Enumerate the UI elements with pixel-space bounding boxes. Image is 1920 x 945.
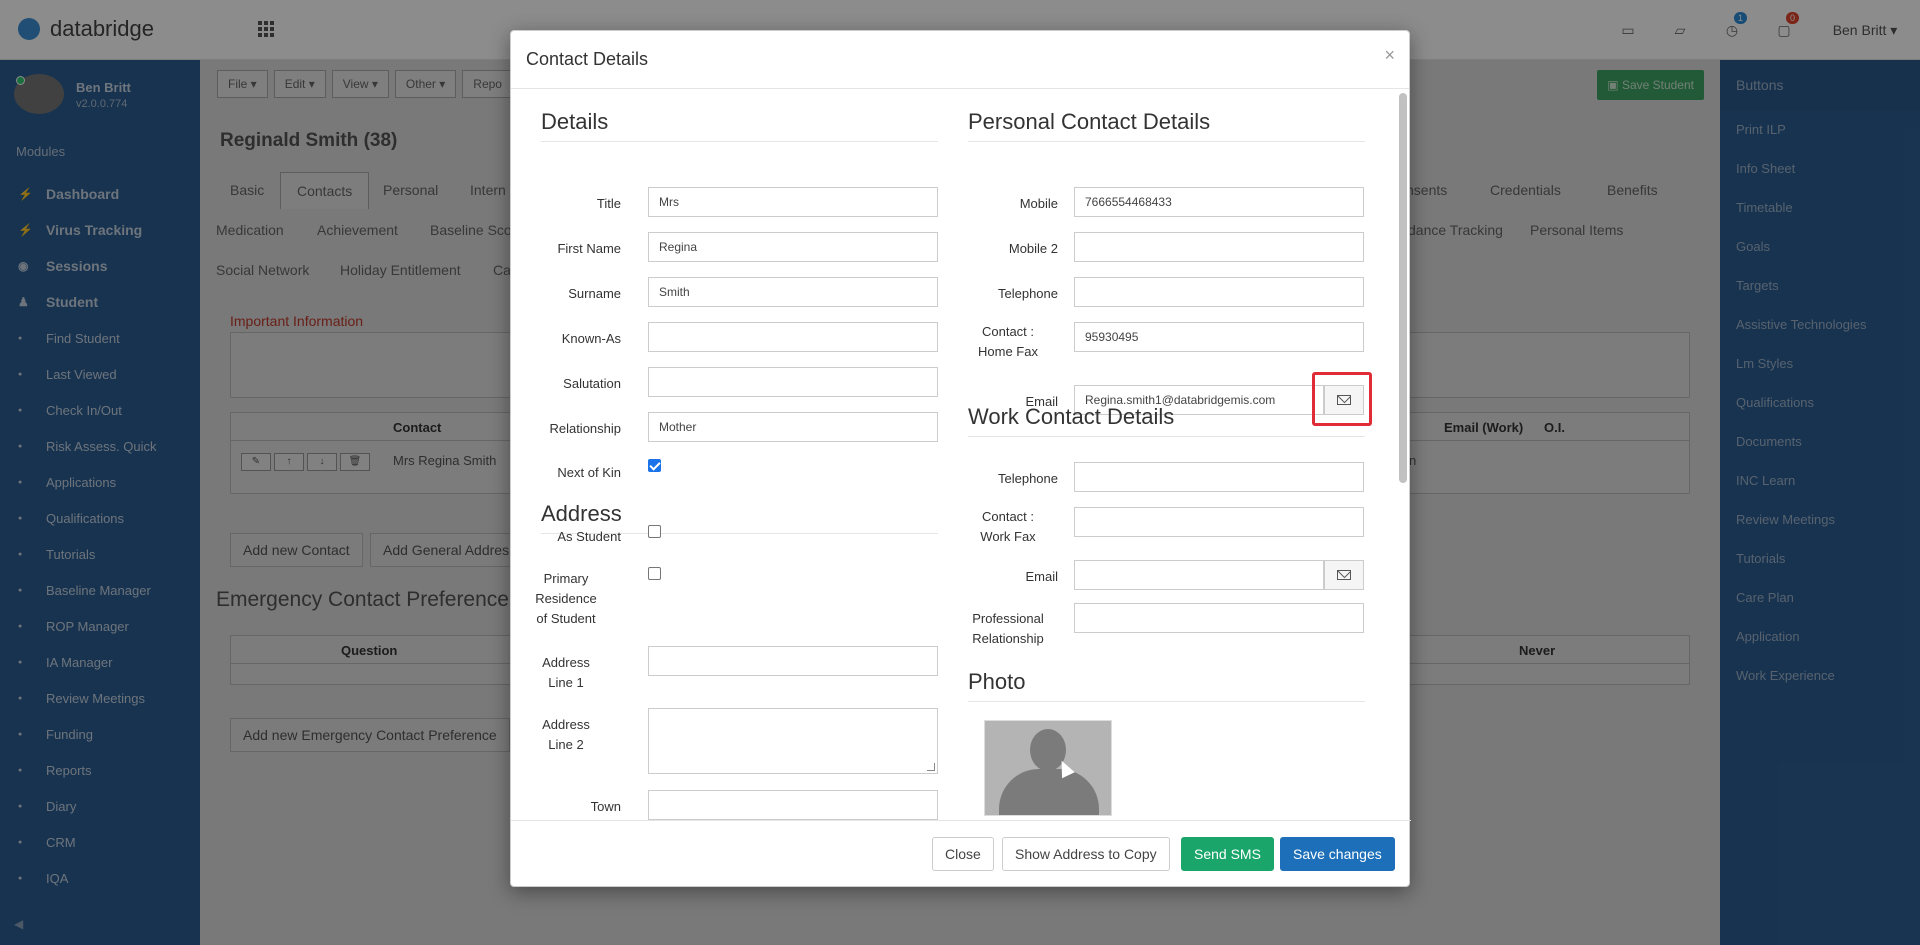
- send-sms-button[interactable]: Send SMS: [1181, 837, 1274, 871]
- envelope-icon: [1337, 570, 1351, 580]
- telephone-field[interactable]: [1074, 277, 1364, 307]
- address-line-2-field[interactable]: [648, 708, 938, 774]
- known-as-label: Known-As: [561, 331, 621, 346]
- surname-field[interactable]: Smith: [648, 277, 938, 307]
- show-address-button[interactable]: Show Address to Copy: [1002, 837, 1170, 871]
- relationship-label: Relationship: [549, 421, 621, 436]
- first-name-field[interactable]: Regina: [648, 232, 938, 262]
- send-work-email-button[interactable]: [1324, 560, 1364, 590]
- title-field[interactable]: Mrs: [648, 187, 938, 217]
- mobile-field[interactable]: 7666554468433: [1074, 187, 1364, 217]
- modal-scrollbar[interactable]: [1399, 93, 1407, 483]
- photo-heading: Photo: [968, 669, 1365, 702]
- relationship-field[interactable]: Mother: [648, 412, 938, 442]
- work-telephone-label: Telephone: [998, 471, 1058, 486]
- professional-relationship-label: Professional Relationship: [972, 611, 1044, 646]
- work-email-label: Email: [1025, 569, 1058, 584]
- personal-contact-heading: Personal Contact Details: [968, 109, 1365, 142]
- salutation-label: Salutation: [563, 376, 621, 391]
- primary-residence-checkbox[interactable]: [648, 567, 661, 580]
- modal-title: Contact Details: [526, 49, 649, 69]
- as-student-label: As Student: [557, 529, 621, 544]
- home-fax-field[interactable]: 95930495: [1074, 322, 1364, 352]
- primary-residence-label: Primary Residence of Student: [535, 571, 597, 626]
- modal-footer: Close Show Address to Copy Send SMS Save…: [511, 820, 1411, 886]
- town-label: Town: [590, 799, 621, 814]
- modal-body: Details Title Mrs First Name Regina Surn…: [511, 89, 1411, 822]
- next-of-kin-checkbox[interactable]: [648, 459, 661, 472]
- work-fax-label: Contact : Work Fax: [980, 509, 1036, 544]
- details-heading: Details: [541, 109, 938, 142]
- telephone-label: Telephone: [998, 286, 1058, 301]
- mobile-2-field[interactable]: [1074, 232, 1364, 262]
- professional-relationship-field[interactable]: [1074, 603, 1364, 633]
- close-icon[interactable]: ×: [1384, 45, 1395, 66]
- work-contact-heading: Work Contact Details: [968, 404, 1365, 437]
- mobile-2-label: Mobile 2: [1008, 241, 1058, 256]
- surname-label: Surname: [568, 286, 621, 301]
- as-student-checkbox[interactable]: [648, 525, 661, 538]
- known-as-field[interactable]: [648, 322, 938, 352]
- address-line-2-label: Address Line 2: [542, 717, 590, 752]
- first-name-label: First Name: [557, 241, 621, 256]
- mobile-label: Mobile: [1019, 196, 1058, 211]
- home-fax-label: Contact : Home Fax: [978, 324, 1038, 359]
- work-email-field[interactable]: [1074, 560, 1324, 590]
- address-line-1-field[interactable]: [648, 646, 938, 676]
- close-button[interactable]: Close: [932, 837, 994, 871]
- resize-handle-icon[interactable]: [927, 763, 935, 771]
- save-changes-button[interactable]: Save changes: [1280, 837, 1395, 871]
- town-field[interactable]: [648, 790, 938, 820]
- contact-details-modal: Contact Details × Details Title Mrs Firs…: [510, 30, 1411, 887]
- title-label: Title: [596, 196, 621, 211]
- address-line-1-label: Address Line 1: [542, 655, 590, 690]
- next-of-kin-label: Next of Kin: [557, 465, 621, 480]
- contact-photo[interactable]: [984, 720, 1112, 816]
- work-fax-field[interactable]: [1074, 507, 1364, 537]
- salutation-field[interactable]: [648, 367, 938, 397]
- work-telephone-field[interactable]: [1074, 462, 1364, 492]
